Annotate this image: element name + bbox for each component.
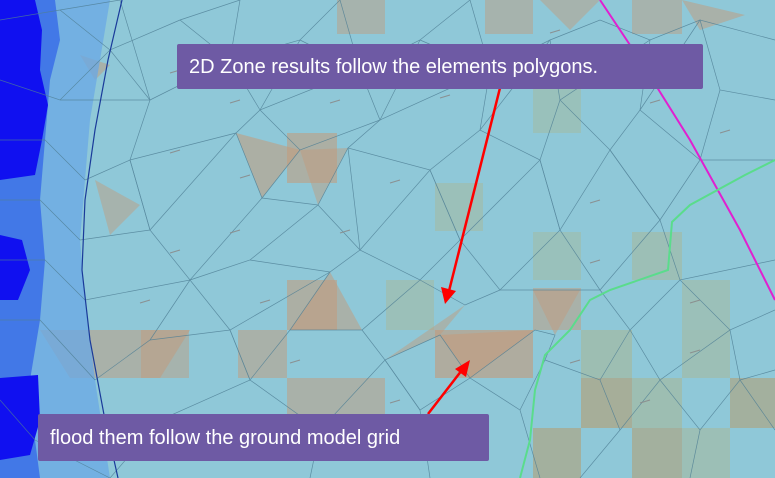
grid-cell	[533, 428, 581, 478]
grid-cell	[581, 378, 632, 428]
grid-cell	[632, 428, 682, 478]
callout-label-bottom: flood them follow the ground model grid	[38, 414, 489, 461]
grid-cell	[632, 0, 682, 34]
grid-cell	[581, 330, 632, 378]
grid-cell	[287, 378, 385, 414]
grid-cell	[682, 428, 730, 478]
callout-text-top: 2D Zone results follow the elements poly…	[189, 55, 599, 78]
grid-cell	[238, 330, 287, 378]
grid-cell	[337, 0, 385, 34]
grid-cell	[485, 0, 533, 34]
grid-cell	[632, 378, 682, 428]
callout-label-top: 2D Zone results follow the elements poly…	[177, 44, 703, 89]
grid-cell	[386, 280, 434, 330]
grid-cell	[533, 232, 581, 280]
grid-cell	[682, 330, 730, 378]
callout-text-bottom: flood them follow the ground model grid	[50, 426, 401, 449]
